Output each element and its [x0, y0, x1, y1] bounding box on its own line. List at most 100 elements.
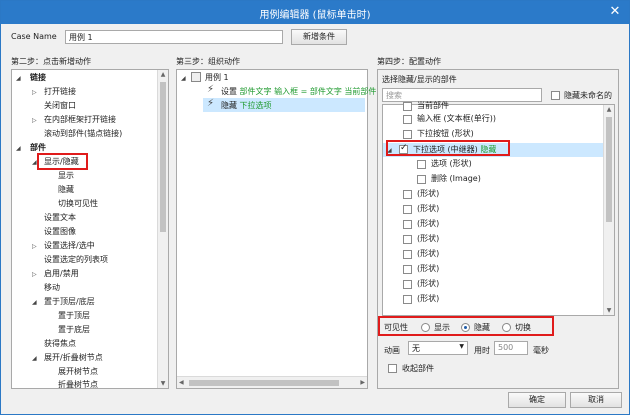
tree-item-toggle-visibility[interactable]: 切换可见性 — [58, 198, 98, 210]
widget-shape[interactable]: (形状) — [417, 218, 439, 230]
widget-option-shape[interactable]: 选项 (形状) — [431, 158, 472, 170]
tree-item-open-link[interactable]: 打开链接 — [44, 86, 76, 98]
ok-button[interactable]: 确定 — [508, 392, 566, 408]
widget-checkbox[interactable] — [403, 102, 412, 111]
ms-label: 毫秒 — [533, 346, 549, 355]
step3-title: 第三步：组织动作 — [176, 57, 240, 66]
scroll-thumb[interactable] — [606, 117, 612, 222]
widget-checkbox[interactable] — [403, 295, 412, 304]
scroll-thumb[interactable] — [160, 82, 166, 232]
scroll-down-icon[interactable]: ▼ — [604, 307, 614, 314]
widget-current[interactable]: 当前部件 — [417, 100, 449, 112]
configure-action-panel: 选择隐藏/显示的部件 搜索 隐藏未命名的 当前部件 输入框 (文本框(单行)) … — [377, 69, 619, 389]
hscroll-thumb[interactable] — [189, 380, 339, 386]
duration-input[interactable]: 500 — [494, 341, 528, 355]
scroll-up-icon[interactable]: ▲ — [158, 71, 168, 78]
scroll-left-icon[interactable]: ◀ — [179, 379, 184, 386]
tree-item-send-back[interactable]: 置于底层 — [58, 324, 90, 336]
action-tree-scrollbar[interactable]: ▲ ▼ — [157, 70, 168, 388]
collapse-icon[interactable]: ◢ — [32, 159, 37, 166]
scroll-right-icon[interactable]: ▶ — [360, 379, 365, 386]
tree-item-bring-front-back[interactable]: 置于顶层/底层 — [44, 296, 95, 308]
expand-icon[interactable]: ▷ — [32, 89, 37, 96]
action-hide-prefix: 隐藏 — [221, 101, 237, 110]
collapse-icon[interactable]: ◢ — [16, 75, 21, 82]
widget-delete-image[interactable]: 删除 (Image) — [431, 173, 481, 185]
bring-front-label: 收起部件 — [402, 364, 434, 373]
widget-list-scrollbar[interactable]: ▲ ▼ — [603, 105, 614, 315]
case-name-label: Case Name — [11, 32, 57, 41]
scroll-down-icon[interactable]: ▼ — [158, 380, 168, 387]
tree-item-set-list-item[interactable]: 设置选定的列表项 — [44, 254, 108, 266]
tree-group-link[interactable]: 链接 — [30, 72, 46, 84]
collapse-icon[interactable]: ◢ — [32, 355, 37, 362]
tree-item-hide[interactable]: 隐藏 — [58, 184, 74, 196]
widget-checkbox[interactable] — [403, 115, 412, 124]
case-name-input[interactable]: 用例 1 — [65, 30, 283, 44]
tree-item-set-image[interactable]: 设置图像 — [44, 226, 76, 238]
add-condition-button[interactable]: 新增条件 — [291, 29, 347, 45]
window-title: 用例编辑器 (鼠标单击时) — [259, 10, 371, 21]
tree-item-open-in-frame[interactable]: 在内部框架打开链接 — [44, 114, 116, 126]
widget-checkbox[interactable] — [403, 235, 412, 244]
widget-checkbox[interactable] — [417, 160, 426, 169]
tree-item-focus[interactable]: 获得焦点 — [44, 338, 76, 350]
close-icon[interactable]: ✕ — [607, 4, 623, 20]
widget-select-title: 选择隐藏/显示的部件 — [382, 75, 457, 84]
collapse-icon[interactable]: ◢ — [16, 145, 21, 152]
expand-icon[interactable]: ▷ — [32, 243, 37, 250]
widget-shape[interactable]: (形状) — [417, 278, 439, 290]
hide-unnamed-checkbox[interactable] — [551, 91, 560, 100]
organize-actions-panel: ◢ 用例 1 ⚡ 设置 部件文字 输入框 = 部件文字 当前部件 ⚡ 隐藏 下拉… — [176, 69, 376, 389]
step4-title: 第四步：配置动作 — [377, 57, 441, 66]
case-editor-window: 用例编辑器 (鼠标单击时) ✕ Case Name 用例 1 新增条件 第二步：… — [0, 0, 630, 415]
widget-checkbox[interactable] — [403, 190, 412, 199]
widget-checkbox[interactable] — [403, 280, 412, 289]
widget-input[interactable]: 输入框 (文本框(单行)) — [417, 113, 496, 125]
scroll-up-icon[interactable]: ▲ — [604, 106, 614, 113]
widget-checkbox[interactable] — [403, 250, 412, 259]
expand-icon[interactable]: ▷ — [32, 271, 37, 278]
case-icon — [191, 72, 201, 82]
tree-item-show[interactable]: 显示 — [58, 170, 74, 182]
widget-shape[interactable]: (形状) — [417, 248, 439, 260]
case-node-label[interactable]: 用例 1 — [205, 72, 229, 84]
action-set-text[interactable]: 设置 部件文字 输入框 = 部件文字 当前部件 — [221, 86, 376, 98]
collapse-icon[interactable]: ◢ — [32, 299, 37, 306]
expand-icon[interactable]: ▷ — [32, 117, 37, 124]
tree-item-move[interactable]: 移动 — [44, 282, 60, 294]
tree-item-bring-front[interactable]: 置于顶层 — [58, 310, 90, 322]
tree-item-enable-disable[interactable]: 启用/禁用 — [44, 268, 79, 280]
duration-label: 用时 — [474, 346, 490, 355]
organize-hscrollbar[interactable]: ◀ ▶ — [177, 376, 367, 388]
tree-item-close-window[interactable]: 关闭窗口 — [44, 100, 76, 112]
widget-list: 当前部件 输入框 (文本框(单行)) 下拉按钮 (形状) ◢ 下拉选项 (中继器… — [382, 101, 615, 316]
widget-checkbox[interactable] — [403, 265, 412, 274]
widget-checkbox[interactable] — [403, 130, 412, 139]
tree-item-collapse-node[interactable]: 折叠树节点 — [58, 379, 98, 391]
widget-checkbox[interactable] — [403, 220, 412, 229]
action-hide[interactable]: 隐藏 下拉选项 — [221, 100, 272, 112]
widget-shape[interactable]: (形状) — [417, 233, 439, 245]
widget-shape[interactable]: (形状) — [417, 293, 439, 305]
tree-item-expand-collapse[interactable]: 展开/折叠树节点 — [44, 352, 103, 364]
widget-shape[interactable]: (形状) — [417, 203, 439, 215]
cancel-button[interactable]: 取消 — [570, 392, 622, 408]
tree-item-scroll-to[interactable]: 滚动到部件(锚点链接) — [44, 128, 122, 140]
hide-unnamed-label: 隐藏未命名的 — [564, 91, 612, 100]
chevron-down-icon[interactable]: ▼ — [459, 343, 464, 350]
tree-item-expand-node[interactable]: 展开树节点 — [58, 366, 98, 378]
tree-item-set-text[interactable]: 设置文本 — [44, 212, 76, 224]
widget-shape[interactable]: (形状) — [417, 188, 439, 200]
widget-checkbox[interactable] — [403, 205, 412, 214]
widget-dropdown-button[interactable]: 下拉按钮 (形状) — [417, 128, 474, 140]
bring-front-checkbox[interactable] — [388, 364, 397, 373]
widget-search-input[interactable]: 搜索 — [382, 88, 542, 102]
widget-checkbox[interactable] — [417, 175, 426, 184]
widget-shape[interactable]: (形状) — [417, 263, 439, 275]
tree-item-set-selected[interactable]: 设置选择/选中 — [44, 240, 95, 252]
lightning-icon: ⚡ — [207, 98, 215, 109]
animation-select[interactable]: 无 ▼ — [408, 341, 468, 355]
step2-title: 第二步：点击新增动作 — [11, 57, 91, 66]
collapse-icon[interactable]: ◢ — [181, 75, 186, 82]
